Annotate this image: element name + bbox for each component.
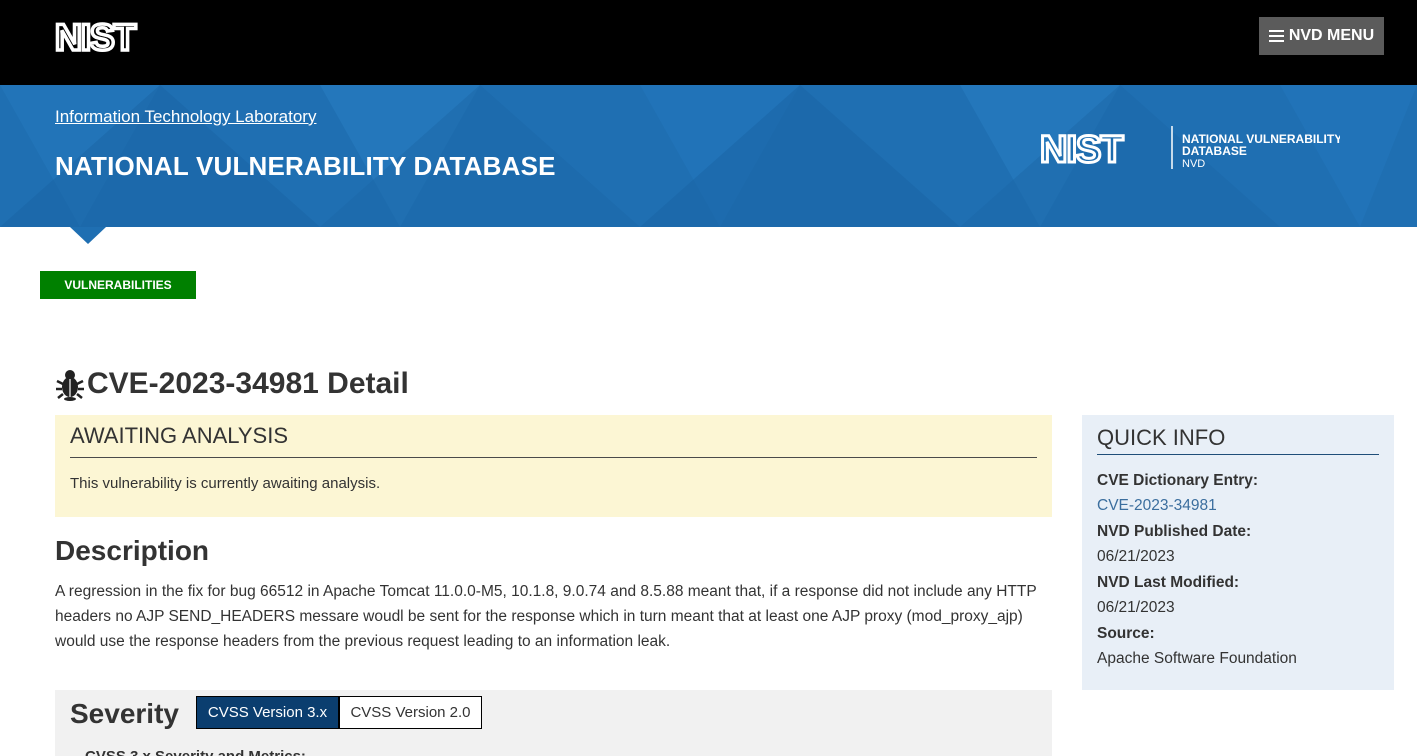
page-title: CVE-2023-34981 Detail bbox=[55, 367, 409, 401]
severity-panel: Severity CVSS Version 3.x CVSS Version 2… bbox=[55, 690, 1052, 756]
quick-info-panel: QUICK INFO CVE Dictionary Entry: CVE-202… bbox=[1082, 415, 1394, 690]
status-text: This vulnerability is currently awaiting… bbox=[70, 475, 381, 492]
status-title: AWAITING ANALYSIS bbox=[70, 423, 1037, 458]
itl-link[interactable]: Information Technology Laboratory bbox=[55, 107, 316, 127]
tab-cvss-2[interactable]: CVSS Version 2.0 bbox=[339, 696, 482, 729]
banner-pointer bbox=[70, 227, 106, 244]
bug-icon bbox=[56, 370, 84, 401]
tab-cvss-3x[interactable]: CVSS Version 3.x bbox=[196, 696, 339, 729]
svg-text:NVD: NVD bbox=[1182, 158, 1205, 170]
last-modified-value: 06/21/2023 bbox=[1097, 599, 1175, 616]
svg-text:NIST: NIST bbox=[1040, 129, 1123, 171]
vulnerabilities-breadcrumb-button[interactable]: VULNERABILITIES bbox=[40, 271, 196, 299]
svg-text:DATABASE: DATABASE bbox=[1182, 144, 1247, 158]
cve-entry-label: CVE Dictionary Entry: bbox=[1097, 472, 1259, 489]
cve-entry-link[interactable]: CVE-2023-34981 bbox=[1097, 493, 1379, 519]
severity-subheading: CVSS 3.x Severity and Metrics: bbox=[85, 748, 306, 756]
nvd-menu-button[interactable]: NVD MENU bbox=[1259, 17, 1384, 55]
description-text: A regression in the fix for bug 66512 in… bbox=[55, 583, 1037, 650]
nvd-site-title[interactable]: NATIONAL VULNERABILITY DATABASE bbox=[55, 151, 556, 182]
nvd-logo[interactable]: NIST NATIONAL VULNERABILITY DATABASE NVD bbox=[1040, 123, 1340, 173]
description-heading: Description bbox=[55, 535, 210, 566]
awaiting-analysis-panel: AWAITING ANALYSIS This vulnerability is … bbox=[55, 415, 1052, 517]
cve-title-text: CVE-2023-34981 Detail bbox=[87, 367, 409, 400]
nist-logo[interactable]: NIST bbox=[55, 22, 167, 52]
published-date-value: 06/21/2023 bbox=[1097, 548, 1175, 565]
quick-info-title: QUICK INFO bbox=[1097, 425, 1379, 455]
severity-heading: Severity bbox=[70, 698, 179, 729]
top-header: NIST NVD MENU bbox=[0, 0, 1417, 85]
source-label: Source: bbox=[1097, 625, 1155, 642]
source-value: Apache Software Foundation bbox=[1097, 650, 1297, 667]
published-date-label: NVD Published Date: bbox=[1097, 523, 1252, 540]
hamburger-icon bbox=[1268, 30, 1284, 42]
svg-text:NIST: NIST bbox=[55, 22, 137, 52]
nvd-banner: Information Technology Laboratory NATION… bbox=[0, 85, 1417, 227]
nvd-menu-label: NVD MENU bbox=[1288, 27, 1375, 44]
last-modified-label: NVD Last Modified: bbox=[1097, 574, 1240, 591]
